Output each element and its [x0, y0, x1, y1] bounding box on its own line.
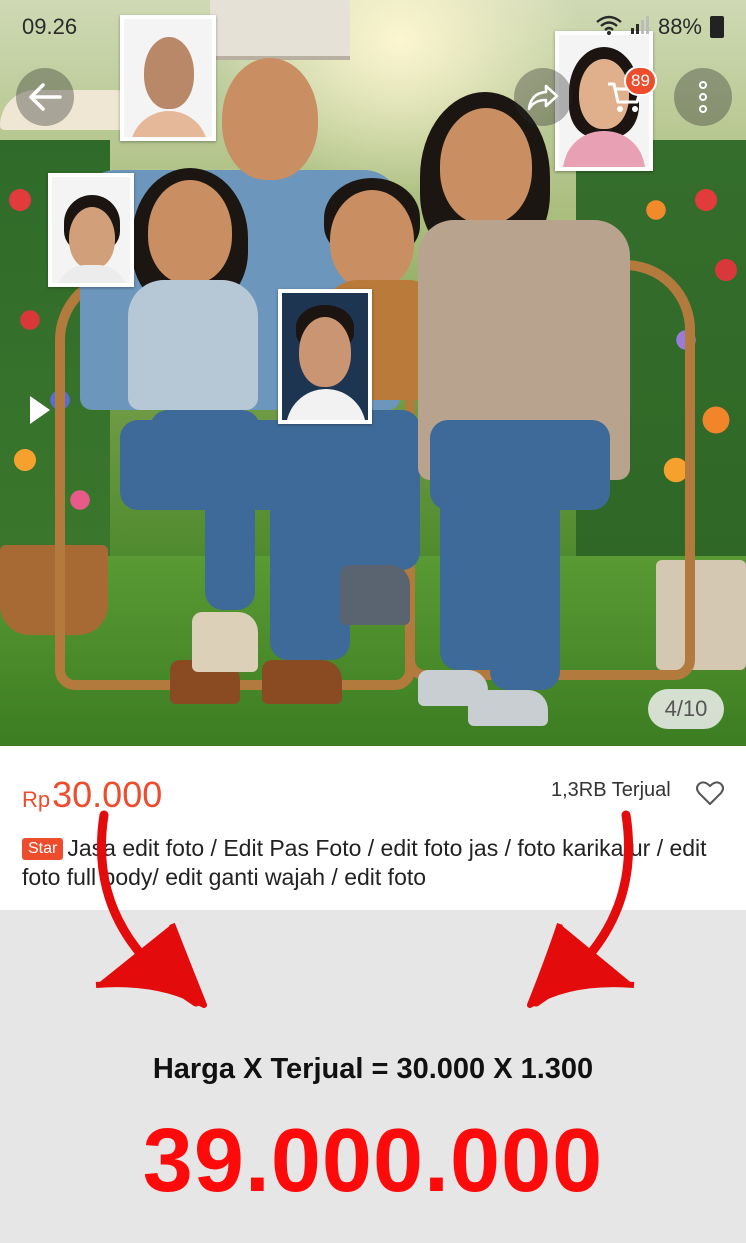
status-time: 09.26 [22, 14, 78, 39]
product-price: Rp 30.000 [22, 774, 162, 816]
back-arrow-icon [29, 83, 62, 111]
sold-count: 1,3RB Terjual [551, 779, 671, 801]
wifi-icon [596, 15, 622, 40]
status-icons: 88% [596, 14, 724, 40]
signal-icon [630, 15, 650, 40]
share-button[interactable] [514, 68, 572, 126]
image-counter: 4/10 [648, 689, 724, 729]
product-title-text: Jasa edit foto / Edit Pas Foto / edit fo… [22, 835, 707, 890]
face-thumbnail-girl [48, 173, 134, 287]
battery-percent: 88% [657, 14, 702, 39]
star-seller-badge: Star [22, 838, 64, 860]
price-value: 30.000 [52, 774, 163, 815]
status-bar: 09.26 88% [0, 0, 746, 54]
calculation-formula: Harga X Terjual = 30.000 X 1.300 [152, 1053, 594, 1085]
play-icon[interactable] [26, 390, 56, 430]
back-button[interactable] [16, 68, 74, 126]
product-info-section: Rp 30.000 1,3RB Terjual Star Jasa edit fo… [0, 746, 746, 910]
more-button[interactable] [674, 68, 732, 126]
face-thumbnail-boy [278, 289, 372, 424]
calculation-result: 39.000.000 [142, 1111, 604, 1211]
product-title: Star Jasa edit foto / Edit Pas Foto / edi… [22, 834, 722, 892]
heart-icon[interactable] [695, 779, 725, 807]
share-icon [527, 84, 559, 111]
cart-count-badge: 89 [624, 66, 657, 96]
price-currency: Rp [22, 787, 51, 812]
more-vertical-icon [699, 81, 707, 113]
calculation-section: Harga X Terjual = 30.000 X 1.300 39.000.… [0, 910, 746, 1243]
battery-icon [710, 16, 724, 38]
